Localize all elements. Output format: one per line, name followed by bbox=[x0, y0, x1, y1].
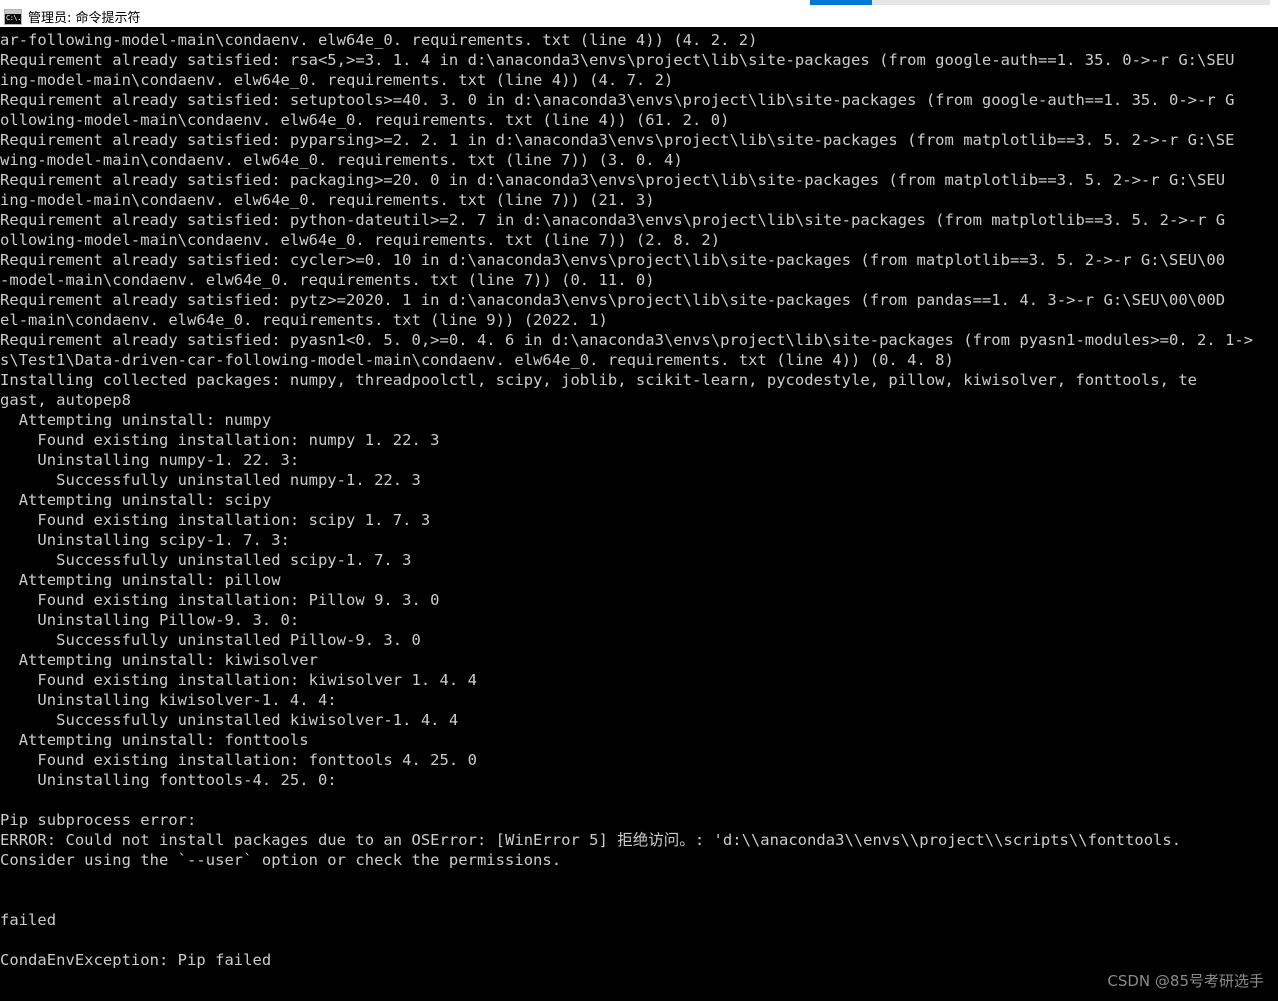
window-titlebar[interactable]: 管理员: 命令提示符 bbox=[0, 6, 1278, 27]
console-output: ar-following-model-main\condaenv. elw64e… bbox=[0, 31, 1254, 969]
window-title: 管理员: 命令提示符 bbox=[28, 11, 141, 26]
scrollbar-track[interactable] bbox=[810, 0, 1270, 5]
cmd-console-icon bbox=[4, 8, 22, 25]
terminal-window[interactable]: ar-following-model-main\condaenv. elw64e… bbox=[0, 27, 1278, 1001]
watermark-label: CSDN @85号考研选手 bbox=[1107, 972, 1264, 990]
scrollbar-thumb[interactable] bbox=[810, 0, 872, 5]
